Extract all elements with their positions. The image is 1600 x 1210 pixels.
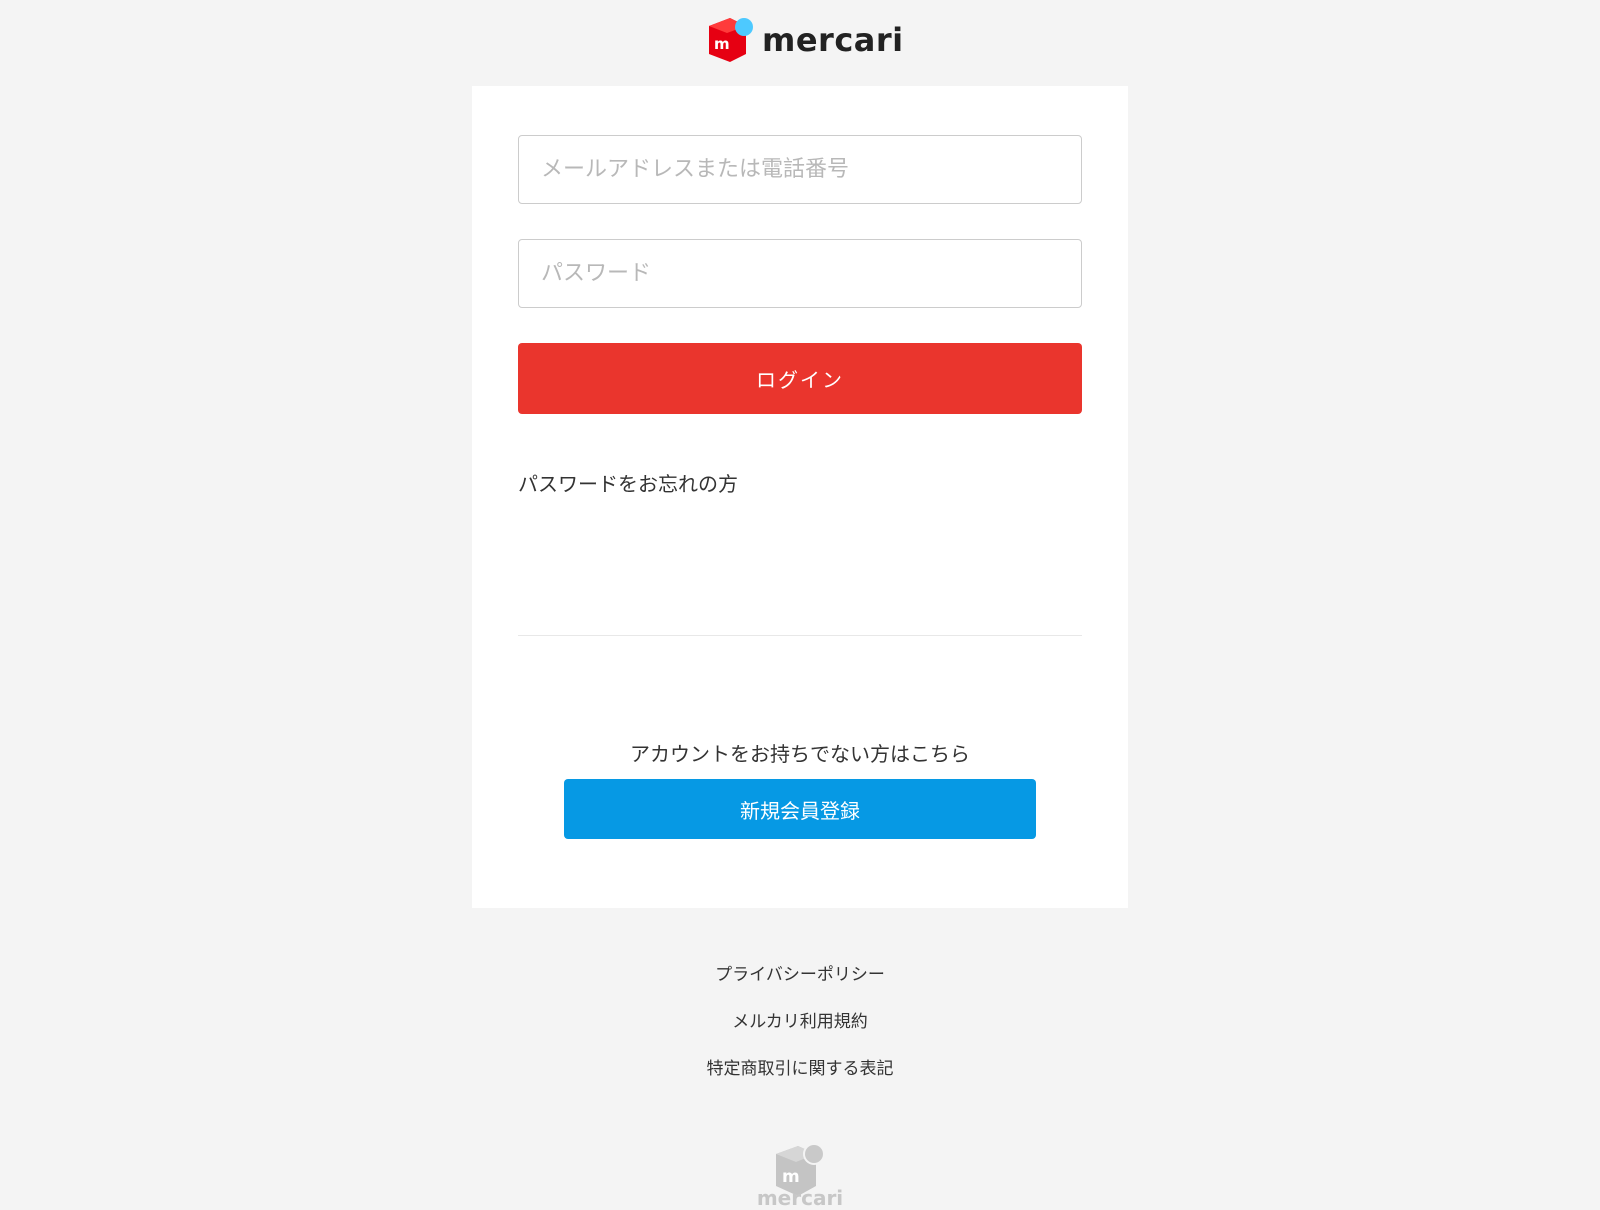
terms-of-service-link[interactable]: メルカリ利用規約 bbox=[0, 1010, 1600, 1034]
mercari-logo[interactable]: m mercari bbox=[706, 16, 903, 64]
logo-wordmark: mercari bbox=[762, 21, 904, 59]
divider bbox=[518, 635, 1082, 636]
forgot-password-link[interactable]: パスワードをお忘れの方 bbox=[518, 470, 738, 498]
svg-text:m: m bbox=[782, 1167, 800, 1187]
signup-button[interactable]: 新規会員登録 bbox=[564, 779, 1036, 839]
footer-logo-wordmark: mercari bbox=[756, 1186, 844, 1210]
email-or-phone-input[interactable] bbox=[518, 135, 1082, 204]
svg-text:m: m bbox=[714, 35, 730, 53]
privacy-policy-link[interactable]: プライバシーポリシー bbox=[0, 963, 1600, 987]
signup-prompt: アカウントをお持ちでない方はこちら bbox=[630, 742, 970, 766]
site-header: m mercari bbox=[0, 0, 1600, 86]
login-button[interactable]: ログイン bbox=[518, 343, 1082, 414]
commercial-transactions-link[interactable]: 特定商取引に関する表記 bbox=[0, 1057, 1600, 1081]
login-card: ログイン パスワードをお忘れの方 アカウントをお持ちでない方はこちら 新規会員登… bbox=[472, 86, 1128, 908]
password-input[interactable] bbox=[518, 239, 1082, 308]
mercari-logo-icon: m bbox=[709, 18, 753, 62]
